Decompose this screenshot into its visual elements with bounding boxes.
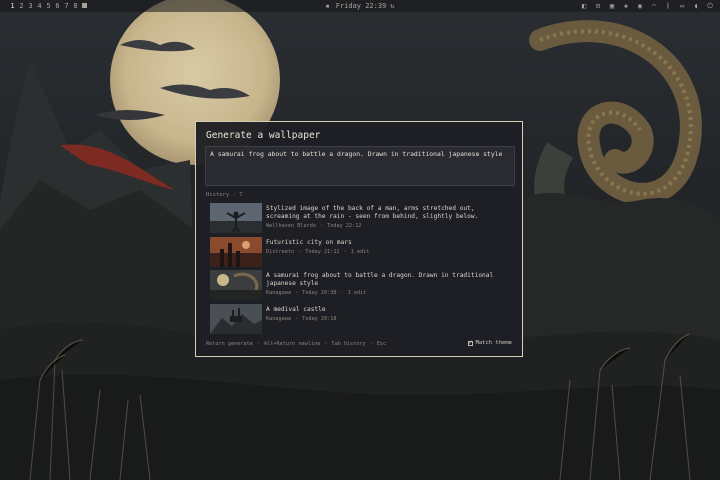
keyboard-hints: Return generate · Alt+Return newline · Tab h… <box>206 341 387 347</box>
history-item-meta: Kanagawa · Today 20:18 <box>266 316 337 322</box>
history-item-time: Today 22:12 <box>327 223 362 229</box>
display-icon[interactable]: ▭ <box>678 0 686 12</box>
history-item-meta: Wellhaven Blurdo · Today 22:12 <box>266 223 362 229</box>
history-item[interactable]: Stylized image of the back of a man, arm… <box>210 203 510 234</box>
refresh-icon: ↻ <box>390 2 395 10</box>
history-item-model: Kanagawa <box>266 290 291 296</box>
sound-icon[interactable]: ◖ <box>692 0 700 12</box>
hint-tab: Tab history <box>331 341 366 347</box>
prompt-input[interactable]: A samurai frog about to battle a dragon.… <box>205 146 515 186</box>
history-item-title: Stylized image of the back of a man, arm… <box>266 205 479 220</box>
power-icon[interactable]: ⏻ <box>706 0 714 12</box>
history-item-meta: Distreeto · Today 21:12 · 1 edit <box>266 249 370 255</box>
history-item-time: Today 20:18 <box>302 316 337 322</box>
history-item-title: A samurai frog about to battle a dragon.… <box>266 272 494 287</box>
history-thumbnail <box>210 237 262 267</box>
dialog-title: Generate a wallpaper <box>206 130 321 141</box>
history-item-model: Kanagawa <box>266 316 291 322</box>
history-item-title: Futuristic city on mars <box>266 239 352 246</box>
system-tray: ◧ ⊡ ▣ ◈ ◉ ◠ ᛒ ▭ ◖ ⏻ <box>580 0 714 12</box>
history-item-time: Today 20:38 <box>302 290 337 296</box>
calendar-icon: ▪ <box>325 2 330 10</box>
hint-esc: Esc <box>376 341 387 347</box>
tray-icon[interactable]: ◈ <box>622 0 630 12</box>
generate-wallpaper-dialog: Generate a wallpaper A samurai frog abou… <box>195 121 523 357</box>
history-item-edits: 1 edit <box>347 290 367 296</box>
history-thumbnail <box>210 270 262 300</box>
history-label: History · 7 <box>206 192 243 198</box>
history-item-edits: 1 edit <box>350 249 370 255</box>
top-bar: 1 2 3 4 5 6 7 8 ▪ Friday 22:39 ↻ ◧ ⊡ ▣ ◈ ◉… <box>0 0 720 12</box>
check-icon: ✓ <box>468 338 473 346</box>
history-item[interactable]: Futuristic city on mars Distreeto · Today … <box>210 237 510 268</box>
match-theme-checkbox[interactable]: ✓ <box>467 338 473 346</box>
tray-icon[interactable]: ◉ <box>636 0 644 12</box>
match-theme-toggle[interactable]: ✓ Match theme <box>467 338 512 346</box>
screenshot-icon[interactable]: ◧ <box>580 0 588 12</box>
bluetooth-icon[interactable]: ᛒ <box>664 0 672 12</box>
history-item[interactable]: A samurai frog about to battle a dragon.… <box>210 270 510 301</box>
history-item-title: A medival castle <box>266 306 326 313</box>
hint-return: Return generate <box>206 341 253 347</box>
history-item-model: Wellhaven Blurdo <box>266 223 316 229</box>
history-item-model: Distreeto <box>266 249 295 255</box>
history-item-meta: Kanagawa · Today 20:38 · 1 edit <box>266 290 367 296</box>
wifi-icon[interactable]: ◠ <box>650 0 658 12</box>
hint-newline: Alt+Return newline <box>263 341 321 347</box>
lock-icon[interactable]: ▣ <box>608 0 616 12</box>
history-thumbnail <box>210 304 262 334</box>
history-thumbnail <box>210 203 262 233</box>
history-item[interactable]: A medival castle Kanagawa · Today 20:18 <box>210 304 510 335</box>
match-theme-label: Match theme <box>475 340 512 346</box>
clock-text: Friday 22:39 <box>335 2 387 10</box>
history-item-time: Today 21:12 <box>305 249 340 255</box>
tray-icon[interactable]: ⊡ <box>594 0 602 12</box>
